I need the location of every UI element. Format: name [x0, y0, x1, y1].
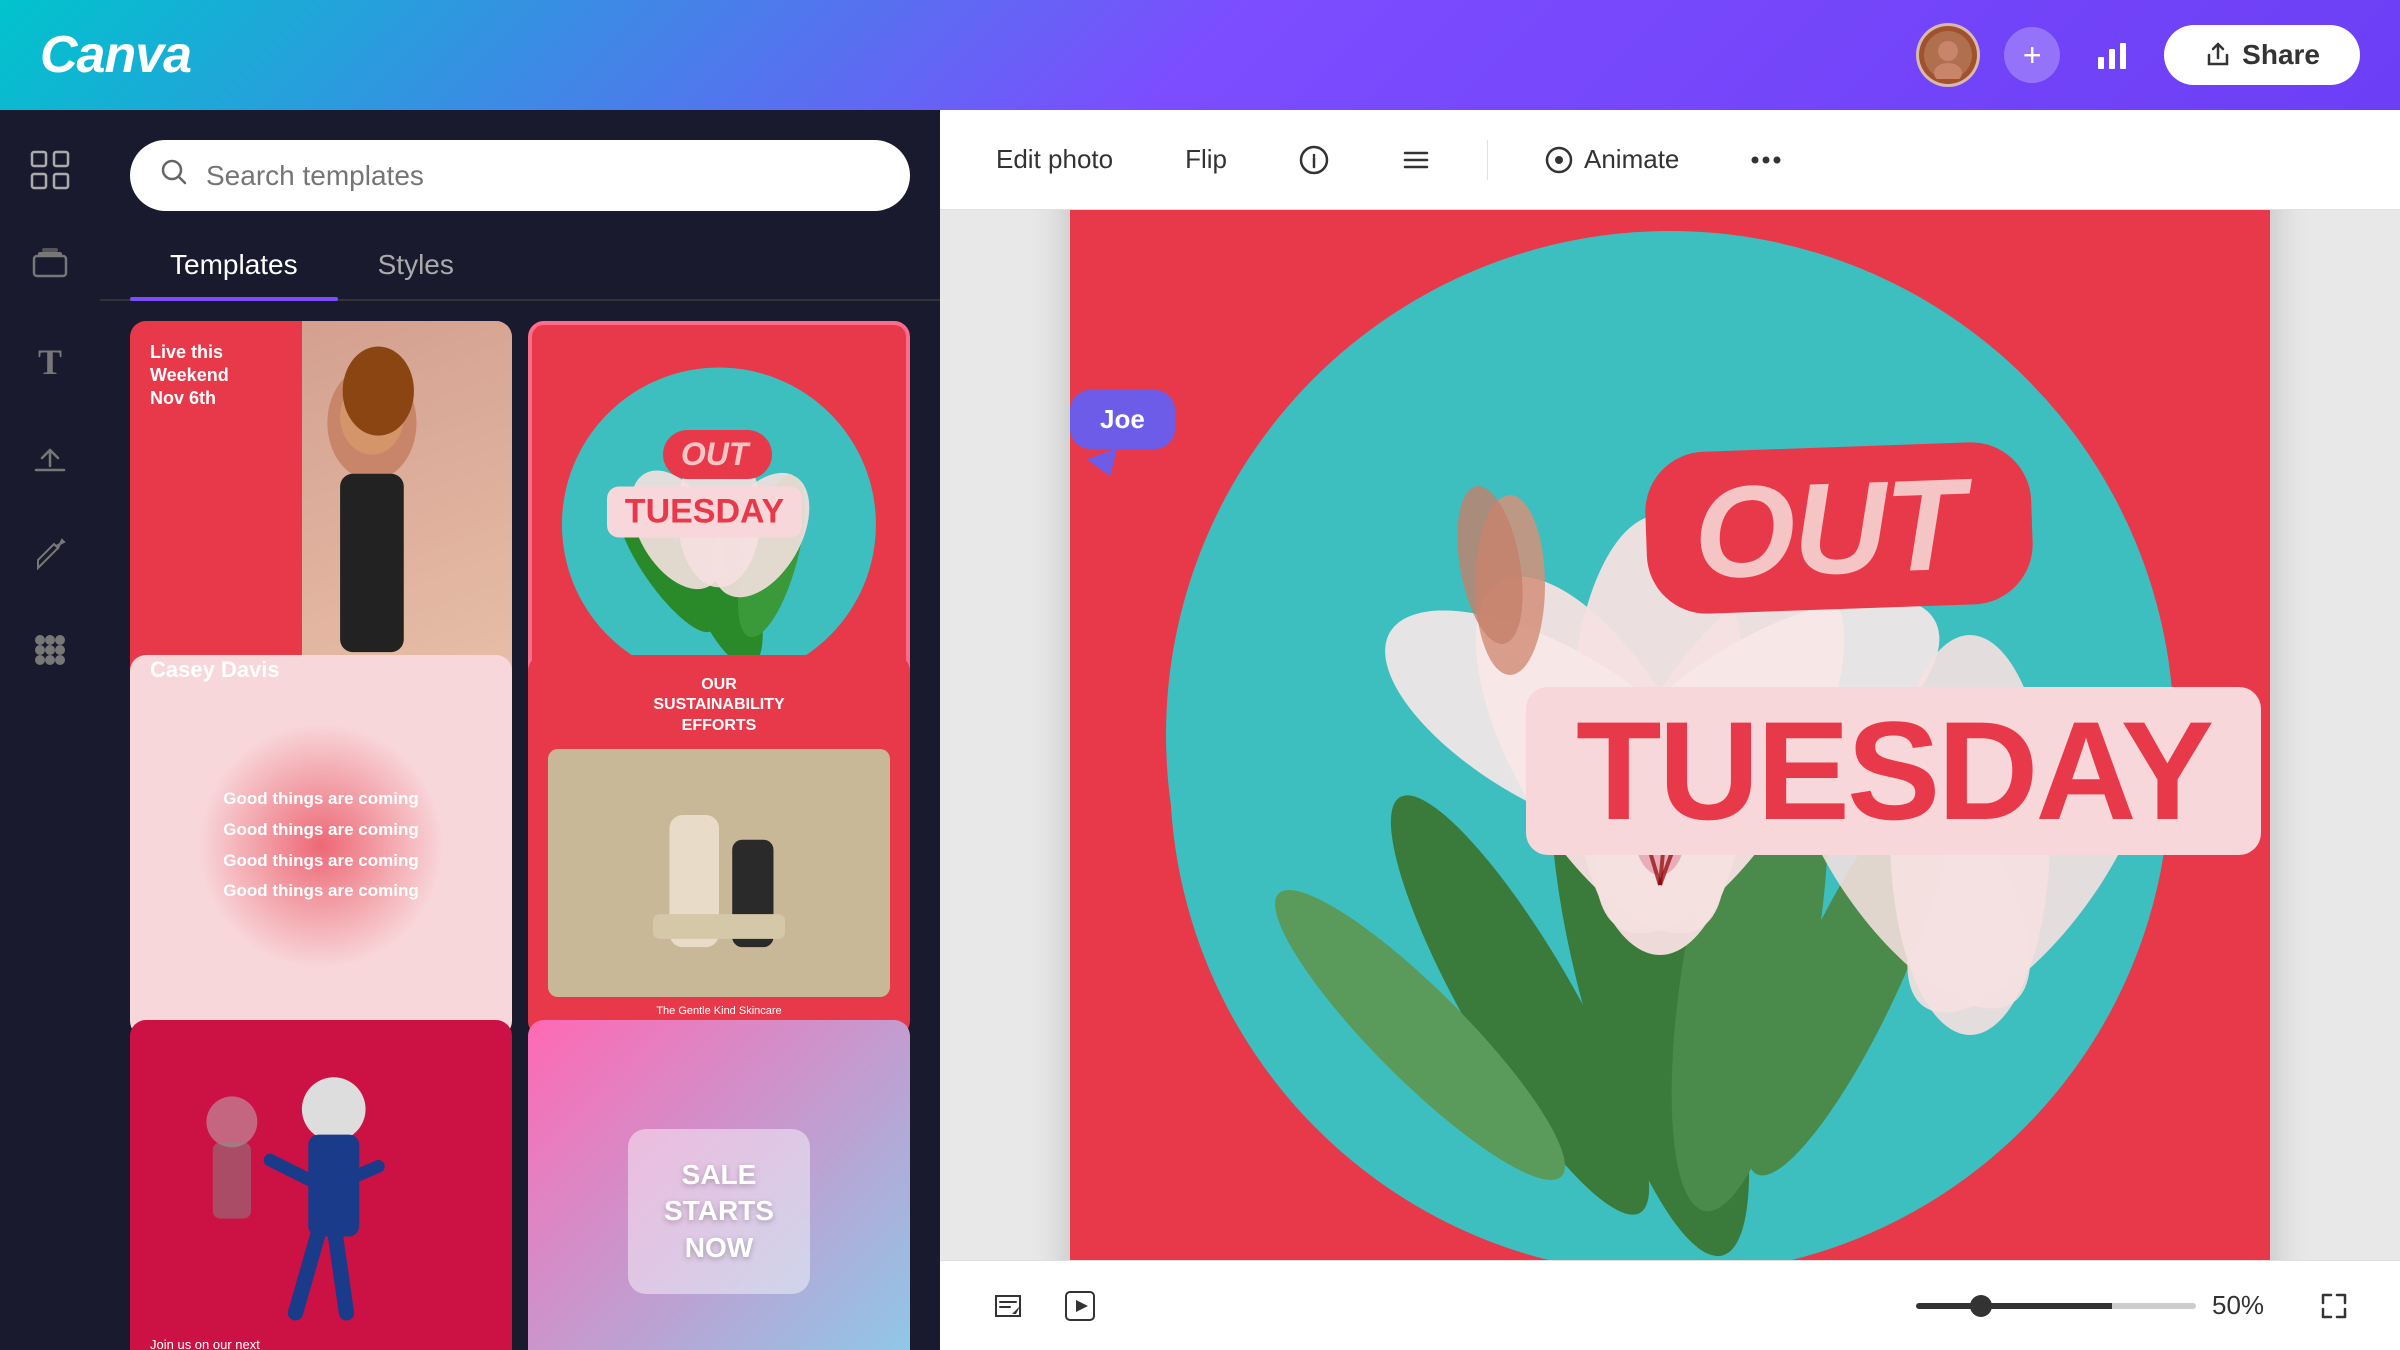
search-bar	[130, 140, 910, 211]
templates-grid: Live this Weekend Nov 6th Casey Davis	[100, 301, 940, 1350]
template-card-casey[interactable]: Live this Weekend Nov 6th Casey Davis	[130, 321, 512, 703]
joe-arrow-icon	[1087, 448, 1125, 481]
casey-name: Casey Davis	[150, 657, 280, 683]
sustainability-footer: The Gentle Kind Skincare	[548, 1005, 890, 1017]
canvas-area: Edit photo Flip Animate	[940, 110, 2400, 1350]
template-card-tuesday[interactable]: OUT TUESDAY	[528, 321, 910, 703]
add-button[interactable]: +	[2004, 27, 2060, 83]
navbar-right: + Share	[1916, 23, 2360, 87]
canvas-workspace[interactable]: Joe	[940, 210, 2400, 1260]
draw-icon[interactable]	[20, 524, 80, 584]
toolbar: Edit photo Flip Animate	[940, 110, 2400, 210]
grid-icon[interactable]	[20, 140, 80, 200]
joe-cursor: Joe	[1070, 390, 1175, 477]
sustainability-title: OURSUSTAINABILITYEFFORTS	[548, 675, 890, 737]
stats-button[interactable]	[2084, 27, 2140, 83]
zoom-controls: 50%	[1916, 1280, 2360, 1332]
bottom-left-btns	[980, 1278, 1108, 1334]
layers-icon[interactable]	[20, 236, 80, 296]
template-card-sale[interactable]: SALESTARTSNOW	[528, 1020, 910, 1350]
more-button[interactable]	[1735, 146, 1797, 174]
align-button[interactable]	[1385, 135, 1447, 185]
template-card-sustainability[interactable]: OURSUSTAINABILITYEFFORTS The Gentle Kind…	[528, 655, 910, 1037]
info-button[interactable]	[1283, 135, 1345, 185]
edit-photo-button[interactable]: Edit photo	[980, 134, 1129, 185]
template-card-run-club[interactable]: Join us on our next RUN CLUB!	[130, 1020, 512, 1350]
apps-icon[interactable]	[20, 620, 80, 680]
canvas-out-text: OUT	[1692, 451, 1965, 606]
sidebar-icons: T	[0, 110, 100, 1350]
search-bar-container	[100, 110, 940, 231]
share-button[interactable]: Share	[2164, 25, 2360, 85]
toolbar-divider	[1487, 140, 1488, 180]
zoom-slider[interactable]	[1916, 1303, 2196, 1309]
search-icon	[158, 156, 190, 195]
good-things-text: Good things are comingGood things are co…	[223, 784, 419, 906]
template-card-good-things[interactable]: Good things are comingGood things are co…	[130, 655, 512, 1037]
navbar: Canva + Share	[0, 0, 2400, 110]
bottom-bar: 50%	[940, 1260, 2400, 1350]
upload-icon[interactable]	[20, 428, 80, 488]
canvas-tuesday-text: TUESDAY	[1576, 692, 2211, 849]
text-icon[interactable]: T	[20, 332, 80, 392]
share-label: Share	[2242, 39, 2320, 71]
zoom-label: 50%	[2212, 1290, 2292, 1321]
play-button[interactable]	[1052, 1278, 1108, 1334]
tabs-row: Templates Styles	[100, 231, 940, 301]
fullscreen-button[interactable]	[2308, 1280, 2360, 1332]
avatar[interactable]	[1916, 23, 1980, 87]
left-panel: Templates Styles Live this Weekend Nov 6…	[100, 110, 940, 1350]
design-canvas[interactable]: OUT TUESDAY	[1070, 210, 2270, 1260]
sale-text: SALESTARTSNOW	[664, 1157, 774, 1266]
animate-label: Animate	[1584, 144, 1679, 175]
main-layout: T	[0, 110, 2400, 1350]
flip-button[interactable]: Flip	[1169, 134, 1243, 185]
animate-button[interactable]: Animate	[1528, 134, 1695, 185]
tab-styles[interactable]: Styles	[338, 231, 494, 299]
notes-button[interactable]	[980, 1278, 1036, 1334]
search-input[interactable]	[206, 160, 882, 192]
canva-logo[interactable]: Canva	[40, 25, 191, 85]
joe-bubble: Joe	[1070, 390, 1175, 449]
tab-templates[interactable]: Templates	[130, 231, 338, 299]
